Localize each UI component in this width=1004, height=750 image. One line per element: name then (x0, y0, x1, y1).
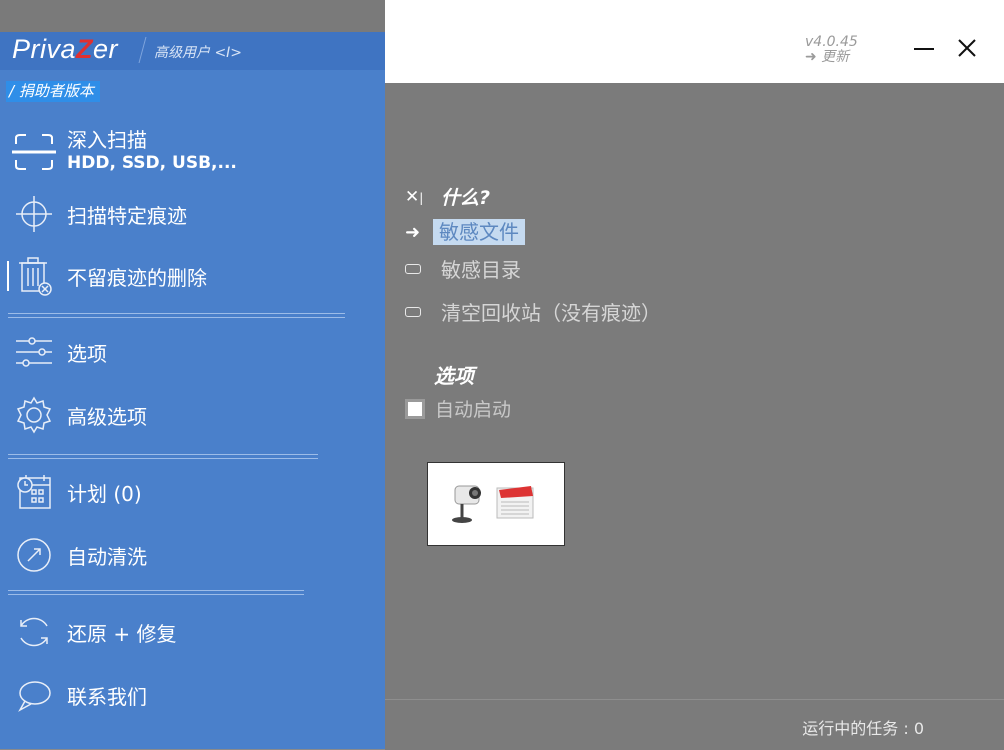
sidebar: PrivaZer 高级用户 <I> / 捐助者版本 深入扫描 HDD, SSD,… (0, 32, 385, 749)
main-panel (385, 83, 1004, 699)
sidebar-item-auto-clean[interactable]: 自动清洗 (0, 533, 385, 577)
autostart-checkbox[interactable] (405, 398, 425, 419)
autostart-checkbox-row[interactable]: 自动启动 (405, 395, 511, 422)
sidebar-item-label: 自动清洗 (67, 545, 147, 569)
sidebar-item-label: 扫描特定痕迹 (67, 204, 187, 228)
separator (8, 454, 318, 459)
what-title: 什么? (441, 187, 491, 209)
what-option-empty-recycle-bin[interactable]: 清空回收站（没有痕迹） (405, 297, 661, 326)
logo-separator (138, 37, 147, 63)
sidebar-item-label: 还原 + 修复 (67, 622, 177, 646)
sidebar-item-label: 高级选项 (67, 405, 147, 429)
restore-icon (12, 610, 56, 654)
status-bar: 运行中的任务 : 0 (385, 699, 1004, 750)
trash-delete-icon (12, 254, 56, 298)
sidebar-item-label: 联系我们 (67, 685, 147, 709)
separator (8, 313, 345, 318)
autostart-label: 自动启动 (435, 399, 512, 421)
sidebar-item-sublabel: HDD, SSD, USB,... (67, 153, 237, 173)
app-window: v4.0.45 ➜ 更新 PrivaZer 高级用户 <I> / 捐助者版本 深… (0, 0, 1004, 750)
update-link[interactable]: ➜ 更新 (805, 50, 858, 65)
crosshair-icon (12, 192, 56, 236)
options-title: 选项 (434, 364, 474, 388)
option-label: 清空回收站（没有痕迹） (441, 301, 661, 325)
sidebar-item-options[interactable]: 选项 (0, 330, 385, 374)
scan-frame-icon (12, 130, 56, 174)
what-option-sensitive-folders[interactable]: 敏感目录 (405, 254, 521, 283)
sidebar-item-label: 计划 (0) (67, 482, 142, 506)
separator (8, 590, 304, 595)
sidebar-item-advanced-options[interactable]: 高级选项 (0, 393, 385, 437)
calendar-clock-icon (12, 470, 56, 514)
arrow-right-icon: ➜ (405, 221, 421, 243)
sliders-icon (12, 330, 56, 374)
app-logo: PrivaZer (12, 34, 119, 64)
what-section-header: ✕| 什么? (405, 183, 490, 210)
option-label: 敏感目录 (441, 258, 521, 282)
security-camera-icon (452, 485, 481, 523)
close-button[interactable] (952, 33, 982, 63)
sidebar-item-label: 不留痕迹的删除 (67, 266, 207, 290)
illustration-image (427, 462, 565, 546)
version-info: v4.0.45 ➜ 更新 (805, 35, 858, 65)
what-option-sensitive-files[interactable]: ➜ 敏感文件 (405, 219, 525, 245)
sidebar-item-contact[interactable]: 联系我们 (0, 673, 385, 717)
chat-bubble-icon (12, 673, 56, 717)
collapse-icon[interactable]: ✕| (405, 187, 427, 207)
option-label: 敏感文件 (433, 219, 525, 245)
sidebar-item-delete-no-trace[interactable]: 不留痕迹的删除 (0, 254, 385, 298)
version-label: v4.0.45 (805, 34, 858, 50)
running-tasks-status: 运行中的任务 : 0 (802, 719, 924, 738)
user-level-selector[interactable]: 高级用户 <I> (154, 42, 242, 62)
sidebar-item-specific-traces[interactable]: 扫描特定痕迹 (0, 192, 385, 236)
selection-marker (7, 261, 9, 291)
donor-badge: / 捐助者版本 (6, 81, 100, 102)
radio-empty-icon (405, 306, 421, 317)
logo-bar: PrivaZer 高级用户 <I> (0, 32, 385, 70)
minimize-icon (914, 48, 934, 50)
minimize-button[interactable] (909, 33, 939, 63)
sidebar-item-label: 深入扫描 (67, 128, 147, 152)
sidebar-item-label: 选项 (67, 342, 107, 366)
sidebar-item-deep-scan[interactable]: 深入扫描 HDD, SSD, USB,... (0, 120, 385, 182)
gear-icon (12, 393, 56, 437)
sidebar-item-schedule[interactable]: 计划 (0) (0, 470, 385, 514)
shredded-papers-icon (496, 486, 534, 519)
close-icon (958, 39, 976, 57)
radio-empty-icon (405, 263, 421, 274)
sidebar-item-restore-repair[interactable]: 还原 + 修复 (0, 610, 385, 654)
gauge-icon (12, 533, 56, 577)
